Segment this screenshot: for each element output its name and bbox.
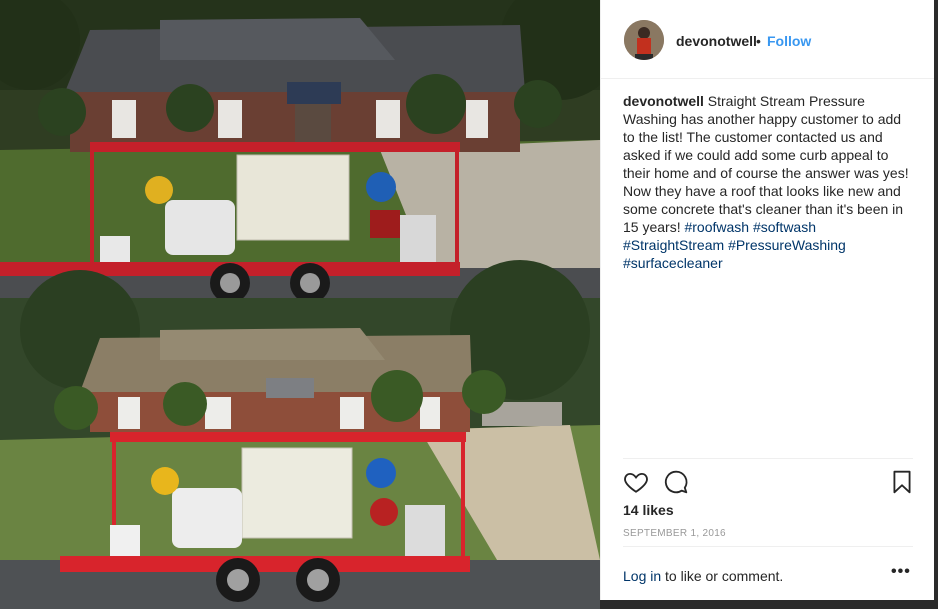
hashtag-link[interactable]: #roofwash [684,219,749,235]
hashtag-link[interactable]: #StraightStream [623,237,724,253]
more-options-icon[interactable]: ••• [891,563,911,581]
header-separator: • [756,33,761,49]
comment-icon[interactable] [663,469,689,495]
avatar[interactable] [624,20,664,60]
post-header: devonotwell • Follow [601,0,935,79]
hashtag-link[interactable]: #surfacecleaner [623,255,723,271]
background-edge [934,0,938,609]
background-edge-bottom [600,600,938,609]
login-link[interactable]: Log in [623,568,661,584]
login-prompt-text: to like or comment. [661,568,784,584]
heart-icon[interactable] [623,469,649,495]
post-date: SEPTEMBER 1, 2016 [623,528,726,539]
hashtag-link[interactable]: #PressureWashing [728,237,846,253]
caption-text: Straight Stream Pressure Washing has ano… [623,93,909,235]
action-bar [623,458,913,505]
comment-login-bar: Log in to like or comment. ••• [623,546,913,601]
bookmark-icon[interactable] [889,469,915,495]
post-image[interactable] [0,0,600,609]
caption-username[interactable]: devonotwell [623,93,704,109]
header-username[interactable]: devonotwell [676,33,757,49]
likes-count[interactable]: 14 likes [623,502,674,518]
post-caption: devonotwell Straight Stream Pressure Was… [623,92,915,272]
login-prompt: Log in to like or comment. [623,568,783,584]
avatar-image [624,20,664,60]
before-after-photo [0,0,600,609]
hashtag-link[interactable]: #softwash [753,219,816,235]
post-details-panel: devonotwell • Follow devonotwell Straigh… [600,0,935,600]
follow-button[interactable]: Follow [767,33,811,49]
